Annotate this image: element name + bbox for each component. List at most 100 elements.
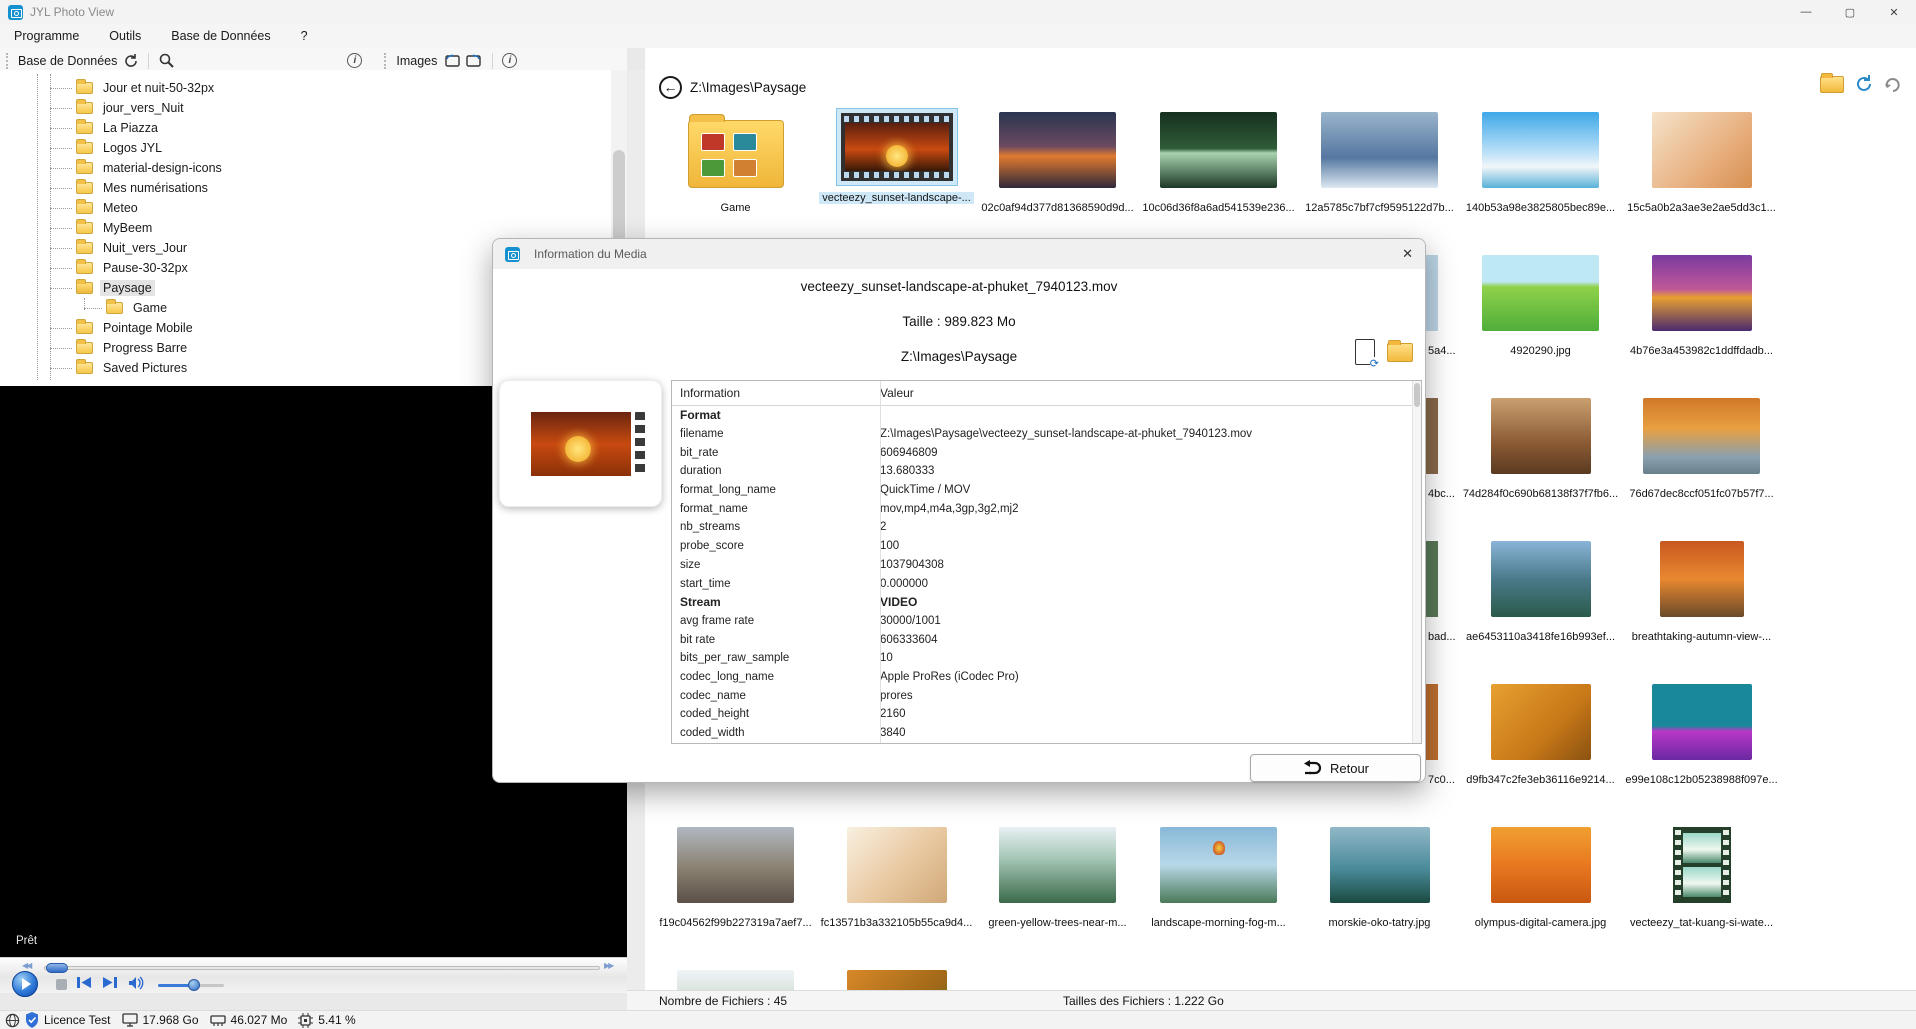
open-folder-icon[interactable] [1387, 343, 1413, 362]
tree-item[interactable]: Saved Pictures [0, 358, 190, 378]
selection-highlight [836, 108, 958, 186]
grid-item[interactable]: green-yellow-trees-near-m... [977, 819, 1138, 962]
photo-thumbnail [1160, 112, 1277, 188]
tree-item[interactable]: Pointage Mobile [0, 318, 196, 338]
photo-thumbnail[interactable] [1426, 398, 1438, 474]
back-icon[interactable]: ← [659, 76, 682, 99]
grid-item[interactable] [655, 962, 816, 990]
maximize-button[interactable]: ▢ [1828, 0, 1872, 24]
grid-item[interactable]: d9fb347c2fe3eb36116e9214... [1460, 676, 1621, 819]
table-row: bits_per_raw_sample10 [672, 649, 1421, 668]
grid-item[interactable]: fc13571b3a332105b55ca9d4... [816, 819, 977, 962]
grid-item-selected[interactable]: vecteezy_sunset-landscape-... [816, 104, 977, 247]
grid-item[interactable]: 74d284f0c690b68138f37f7fb6... [1460, 390, 1621, 533]
volume-icon[interactable] [128, 976, 146, 990]
seek-bar[interactable] [44, 966, 600, 970]
photo-thumbnail[interactable] [1426, 541, 1438, 617]
tree-item[interactable]: Meteo [0, 198, 141, 218]
table-row: filenameZ:\Images\Paysage\vecteezy_sunse… [672, 425, 1421, 444]
tree-item-game[interactable]: Game [0, 298, 170, 318]
thumbnail-label-partial: 4bc... [1428, 488, 1455, 500]
menu-programme[interactable]: Programme [14, 29, 79, 43]
grid-item[interactable]: breathtaking-autumn-view-... [1621, 533, 1782, 676]
play-button[interactable] [12, 971, 38, 997]
grid-item[interactable] [977, 962, 1138, 990]
grid-item[interactable]: 76d67dec8ccf051fc07b57f7... [1621, 390, 1782, 533]
photo-thumbnail[interactable] [1426, 684, 1438, 760]
grid-item[interactable] [816, 962, 977, 990]
folder-icon [76, 342, 93, 354]
grid-item[interactable]: 02c0af94d377d81368590d9d... [977, 104, 1138, 247]
player-controls: ◀◀ ▶▶ [0, 957, 627, 993]
dialog-close-icon[interactable]: ✕ [1402, 246, 1413, 262]
seek-forward-icon[interactable]: ▶▶ [604, 961, 612, 970]
menu-outils[interactable]: Outils [109, 29, 141, 43]
menu-help[interactable]: ? [301, 29, 308, 43]
grid-item[interactable]: vecteezy_tat-kuang-si-wate... [1621, 819, 1782, 962]
tree-item[interactable]: Nuit_vers_Jour [0, 238, 190, 258]
tree-item[interactable]: MyBeem [0, 218, 155, 238]
tree-item[interactable]: Logos JYL [0, 138, 165, 158]
grid-item[interactable]: ae6453110a3418fe16b993ef... [1460, 533, 1621, 676]
photo-thumbnail [1330, 827, 1430, 903]
table-row: avg frame rate30000/1001 [672, 612, 1421, 631]
stop-button[interactable] [56, 979, 67, 990]
open-folder-icon[interactable] [1820, 76, 1844, 93]
grid-item-game-folder[interactable]: Game [655, 104, 816, 247]
images-info-icon[interactable]: i [502, 53, 517, 68]
grid-item[interactable]: 15c5a0b2a3ae3e2ae5dd3c1... [1621, 104, 1782, 247]
drag-grip-icon[interactable] [6, 53, 9, 69]
menu-base-de-donnees[interactable]: Base de Données [171, 29, 270, 43]
database-info-icon[interactable]: i [347, 53, 362, 68]
image-rotate-right-icon[interactable] [466, 53, 483, 68]
next-button[interactable] [102, 976, 118, 989]
tree-item[interactable]: Pause-30-32px [0, 258, 191, 278]
table-header: Information Valeur [672, 381, 1421, 406]
grid-item[interactable]: 12a5785c7bf7cf9595122d7b... [1299, 104, 1460, 247]
grid-item[interactable]: landscape-morning-fog-m... [1138, 819, 1299, 962]
grid-item[interactable]: f19c04562f99b227319a7aef7... [655, 819, 816, 962]
tree-item-paysage[interactable]: Paysage [0, 278, 155, 298]
redo-arrow-icon[interactable] [1884, 75, 1902, 93]
table-scrollbar[interactable] [1412, 381, 1421, 743]
previous-button[interactable] [76, 976, 92, 989]
refresh-icon[interactable] [123, 53, 139, 69]
seek-thumb[interactable] [46, 963, 68, 973]
table-row: format_namemov,mp4,m4a,3gp,3g2,mj2 [672, 499, 1421, 518]
grid-item[interactable]: 4920290.jpg [1460, 247, 1621, 390]
volume-knob[interactable] [188, 979, 200, 991]
file-sync-icon[interactable] [1355, 339, 1375, 365]
window-title: JYL Photo View [30, 5, 114, 19]
tree-item[interactable]: Progress Barre [0, 338, 190, 358]
browser-path: Z:\Images\Paysage [690, 80, 806, 95]
grid-item[interactable]: e99e108c12b05238988f097e... [1621, 676, 1782, 819]
minimize-button[interactable]: — [1784, 0, 1828, 24]
database-search-icon[interactable] [158, 52, 175, 69]
grid-item[interactable]: olympus-digital-camera.jpg [1460, 819, 1621, 962]
grid-item[interactable]: morskie-oko-tatry.jpg [1299, 819, 1460, 962]
menubar: Programme Outils Base de Données ? [0, 24, 1916, 48]
folder-icon [76, 362, 93, 374]
retour-button[interactable]: Retour [1250, 754, 1421, 782]
tree-item[interactable]: jour_vers_Nuit [0, 98, 187, 118]
photo-thumbnail [1321, 112, 1438, 188]
photo-thumbnail[interactable] [1426, 255, 1438, 331]
photo-thumbnail [999, 112, 1116, 188]
tree-item[interactable]: Jour et nuit-50-32px [0, 78, 217, 98]
grid-item[interactable]: 4b76e3a453982c1ddffdadb... [1621, 247, 1782, 390]
image-rotate-left-icon[interactable] [443, 53, 460, 68]
drag-grip-icon[interactable] [384, 53, 387, 69]
seek-back-icon[interactable]: ◀◀ [22, 961, 30, 970]
disk-usage: 17.968 Go [143, 1013, 199, 1027]
grid-item[interactable]: 140b53a98e3825805bec89e... [1460, 104, 1621, 247]
table-row: StreamVIDEO [672, 593, 1421, 612]
close-button[interactable]: ✕ [1872, 0, 1916, 24]
tree-item[interactable]: Mes numérisations [0, 178, 211, 198]
tree-item[interactable]: material-design-icons [0, 158, 225, 178]
thumbnail-label-partial: bad... [1428, 631, 1456, 643]
refresh-icon[interactable] [1854, 74, 1874, 94]
tree-item[interactable]: La Piazza [0, 118, 161, 138]
table-row: bit rate606333604 [672, 630, 1421, 649]
grid-item[interactable]: 10c06d36f8a6ad541539e236... [1138, 104, 1299, 247]
table-row: codec_long_nameApple ProRes (iCodec Pro) [672, 668, 1421, 687]
